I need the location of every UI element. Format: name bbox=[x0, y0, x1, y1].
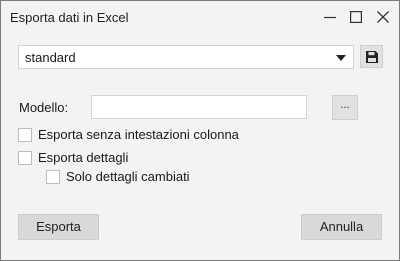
export-dialog: Esporta dati in Excel standard Modello: … bbox=[0, 0, 400, 261]
caret-down-icon bbox=[336, 55, 346, 61]
maximize-button[interactable] bbox=[344, 6, 368, 28]
checkbox[interactable] bbox=[46, 169, 60, 184]
browse-button[interactable]: ... bbox=[332, 95, 358, 120]
checkbox[interactable] bbox=[18, 127, 32, 142]
option-label: Esporta dettagli bbox=[38, 150, 129, 165]
minimize-icon bbox=[324, 16, 336, 19]
modello-input[interactable] bbox=[91, 95, 307, 119]
modello-label: Modello: bbox=[19, 100, 69, 115]
option-dettagli[interactable]: Esporta dettagli bbox=[18, 150, 128, 165]
profile-select[interactable]: standard bbox=[18, 45, 354, 69]
option-label: Esporta senza intestazioni colonna bbox=[38, 127, 239, 142]
option-label: Solo dettagli cambiati bbox=[66, 169, 190, 184]
close-button[interactable] bbox=[371, 6, 395, 28]
option-senza-intestazioni[interactable]: Esporta senza intestazioni colonna bbox=[18, 127, 239, 142]
window-title: Esporta dati in Excel bbox=[10, 10, 129, 25]
checkbox[interactable] bbox=[18, 150, 32, 165]
profile-select-value: standard bbox=[25, 50, 76, 65]
esporta-button[interactable]: Esporta bbox=[18, 214, 99, 240]
close-icon bbox=[377, 11, 389, 23]
annulla-button[interactable]: Annulla bbox=[301, 214, 382, 240]
floppy-disk-icon bbox=[365, 50, 378, 63]
option-solo-cambiati[interactable]: Solo dettagli cambiati bbox=[46, 169, 190, 184]
maximize-icon bbox=[350, 11, 362, 23]
title-bar: Esporta dati in Excel bbox=[1, 1, 399, 34]
dialog-content: standard Modello: ... Esporta senza inte… bbox=[1, 34, 399, 260]
save-profile-button[interactable] bbox=[360, 45, 383, 68]
minimize-button[interactable] bbox=[318, 6, 342, 28]
